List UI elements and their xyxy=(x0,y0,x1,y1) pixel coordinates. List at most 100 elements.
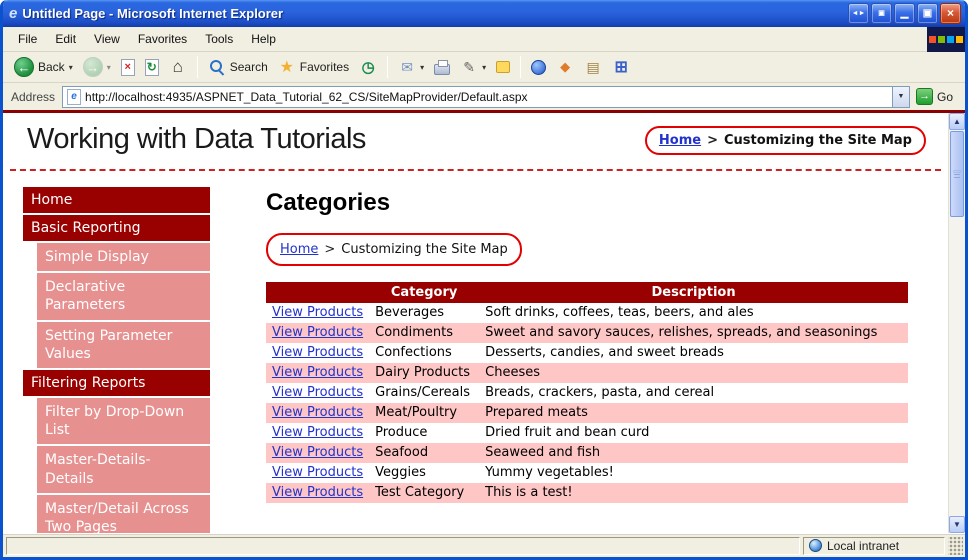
monitor-arrows-button[interactable]: ◄► xyxy=(848,3,869,24)
toolbar-separator xyxy=(387,56,389,78)
menu-favorites[interactable]: Favorites xyxy=(129,28,196,50)
discuss-button[interactable] xyxy=(491,54,515,80)
back-button[interactable]: ← Back ▾ xyxy=(9,54,78,80)
breadcrumb-top: Home > Customizing the Site Map xyxy=(644,126,926,155)
view-products-link[interactable]: View Products xyxy=(272,305,363,320)
messenger-icon xyxy=(531,59,547,75)
table-header-row: Category Description xyxy=(266,282,908,303)
scrollbar-thumb[interactable] xyxy=(950,131,964,217)
sidebar-item-master-details-details[interactable]: Master-Details-Details xyxy=(37,446,210,493)
dropdown-arrow-icon[interactable]: ▾ xyxy=(107,63,111,72)
favorites-button-label: Favorites xyxy=(299,60,350,74)
dropdown-arrow-icon[interactable]: ▾ xyxy=(69,63,73,72)
table-row: View Products Meat/Poultry Prepared meats xyxy=(266,403,908,423)
sidebar-item-master-detail-across-two-pages[interactable]: Master/Detail Across Two Pages xyxy=(37,494,210,533)
browser-window: e Untitled Page - Microsoft Internet Exp… xyxy=(0,0,968,560)
messenger-button[interactable] xyxy=(526,54,551,80)
sidebar-item-filter-by-drop-down-list[interactable]: Filter by Drop-Down List xyxy=(37,397,210,445)
sidebar-item-basic-reporting[interactable]: Basic Reporting xyxy=(23,215,210,241)
monitor-window-button[interactable]: ▣ xyxy=(871,3,892,24)
window-controls: ◄► ▣ ▁ ▣ × xyxy=(846,3,961,24)
home-icon: ⌂ xyxy=(172,57,183,76)
dropdown-arrow-icon[interactable]: ▾ xyxy=(482,63,486,72)
menu-bar-items: File Edit View Favorites Tools Help xyxy=(9,28,285,50)
breadcrumb-home-link[interactable]: Home xyxy=(659,133,701,148)
search-button-label: Search xyxy=(229,60,268,74)
back-icon: ← xyxy=(14,57,34,77)
view-products-link[interactable]: View Products xyxy=(272,385,363,400)
table-row: View Products Test Category This is a test… xyxy=(266,483,908,503)
scroll-down-button[interactable]: ▼ xyxy=(949,516,965,533)
main-content: Categories Home > Customizing the Site M… xyxy=(210,187,948,533)
restore-button[interactable]: ▣ xyxy=(917,3,938,24)
mail-button[interactable]: ✉ ▾ xyxy=(393,54,429,80)
mail-icon: ✉ xyxy=(401,58,413,75)
go-button[interactable]: → Go xyxy=(910,85,961,109)
menu-tools[interactable]: Tools xyxy=(196,28,242,50)
favorites-button[interactable]: ★ Favorites xyxy=(273,54,354,80)
refresh-icon: ↻ xyxy=(144,58,159,76)
resize-grip[interactable] xyxy=(948,536,963,555)
view-products-link[interactable]: View Products xyxy=(272,325,363,340)
vertical-scrollbar[interactable]: ▲ ▼ xyxy=(948,113,965,533)
dropdown-arrow-icon[interactable]: ▾ xyxy=(420,63,424,72)
sidebar-item-setting-parameter-values[interactable]: Setting Parameter Values xyxy=(37,321,210,368)
menu-view[interactable]: View xyxy=(85,28,129,50)
table-body: View Products Beverages Soft drinks, coffe… xyxy=(266,303,908,503)
sidebar-item-declarative-parameters[interactable]: Declarative Parameters xyxy=(37,273,210,320)
history-button[interactable]: ◷ xyxy=(354,54,382,80)
print-button[interactable] xyxy=(429,54,455,80)
stop-button[interactable]: × xyxy=(116,54,140,80)
page-header: Working with Data Tutorials Home > Custo… xyxy=(3,113,948,169)
breadcrumb-home-link[interactable]: Home xyxy=(280,242,318,257)
toolbar-separator xyxy=(520,56,522,78)
address-dropdown-button[interactable]: ▼ xyxy=(891,86,909,107)
forward-button[interactable]: → ▾ xyxy=(78,54,116,80)
site-title: Working with Data Tutorials xyxy=(27,123,366,155)
edit-button[interactable]: ✎ ▾ xyxy=(455,54,491,80)
stop-icon: × xyxy=(120,58,135,76)
column-header-description: Description xyxy=(479,282,908,303)
menu-file[interactable]: File xyxy=(9,28,46,50)
categories-table: Category Description View Products Beverag… xyxy=(266,282,908,503)
sidebar-nav: Home Basic Reporting Simple Display Declara… xyxy=(23,187,210,533)
status-bar: Local intranet xyxy=(3,533,965,557)
view-products-link[interactable]: View Products xyxy=(272,405,363,420)
title-bar[interactable]: e Untitled Page - Microsoft Internet Exp… xyxy=(3,0,965,27)
search-button[interactable]: Search xyxy=(203,54,273,80)
minimize-button[interactable]: ▁ xyxy=(894,3,915,24)
menu-help[interactable]: Help xyxy=(242,28,285,50)
research-button[interactable]: ◆ xyxy=(551,54,579,80)
windows-logo-throbber xyxy=(927,26,965,52)
view-products-cell: View Products xyxy=(266,363,369,383)
tiles-button[interactable]: ⊞ xyxy=(607,54,635,80)
scrollbar-track[interactable] xyxy=(949,130,965,516)
scroll-up-button[interactable]: ▲ xyxy=(949,113,965,130)
ie-page-icon: e xyxy=(67,88,82,105)
page-heading: Categories xyxy=(266,189,391,216)
view-products-link[interactable]: View Products xyxy=(272,485,363,500)
address-field[interactable]: e ▼ xyxy=(62,85,910,108)
view-products-link[interactable]: View Products xyxy=(272,425,363,440)
view-products-link[interactable]: View Products xyxy=(272,445,363,460)
address-input[interactable] xyxy=(85,87,892,106)
description-cell: Desserts, candies, and sweet breads xyxy=(485,345,724,360)
description-cell: Seaweed and fish xyxy=(485,445,601,460)
home-button[interactable]: ⌂ xyxy=(164,54,192,80)
sidebar-item-home[interactable]: Home xyxy=(23,187,210,213)
view-products-link[interactable]: View Products xyxy=(272,365,363,380)
sidebar-item-filtering-reports[interactable]: Filtering Reports xyxy=(23,369,210,396)
ie-logo-icon: e xyxy=(9,5,18,22)
view-products-link[interactable]: View Products xyxy=(272,465,363,480)
view-products-cell: View Products xyxy=(266,383,369,403)
column-header-blank xyxy=(266,282,370,303)
view-products-link[interactable]: View Products xyxy=(272,345,363,360)
refresh-button[interactable]: ↻ xyxy=(140,54,164,80)
description-cell: Cheeses xyxy=(485,365,540,380)
folders-button[interactable]: ▤ xyxy=(579,54,607,80)
sidebar-item-simple-display[interactable]: Simple Display xyxy=(37,243,210,272)
description-cell: Prepared meats xyxy=(485,405,588,420)
search-icon xyxy=(208,58,226,76)
close-button[interactable]: × xyxy=(940,3,961,24)
menu-edit[interactable]: Edit xyxy=(46,28,85,50)
